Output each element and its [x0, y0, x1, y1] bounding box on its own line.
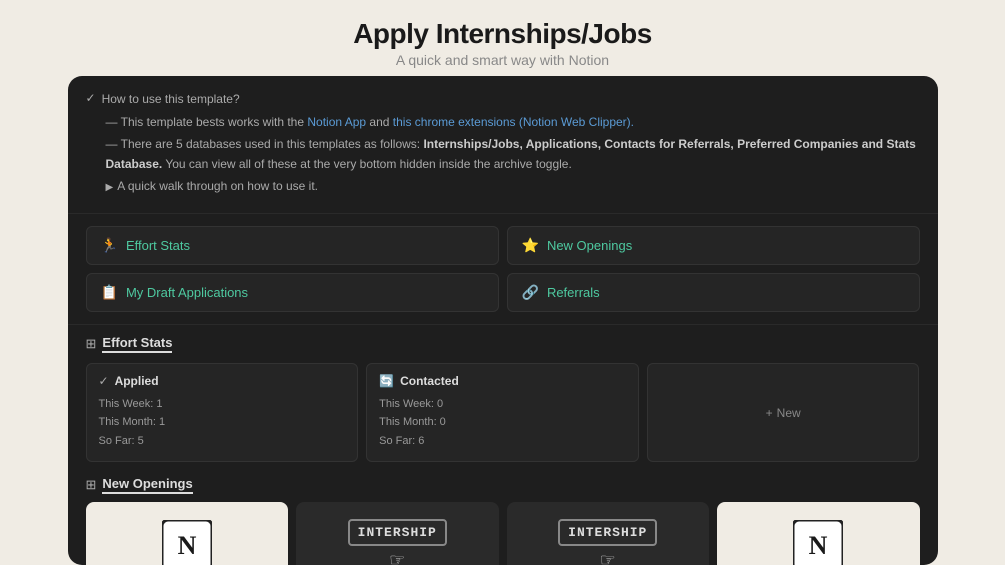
applied-title: Applied: [115, 374, 159, 388]
openings-section-title: New Openings: [102, 476, 192, 494]
info-indent-1: — This template bests works with the Not…: [86, 113, 920, 132]
stats-grid: ✓ Applied This Week: 1 This Month: 1 So …: [86, 363, 920, 463]
effort-stats-icon: 🏃: [101, 237, 118, 254]
info-indent-3: ▶A quick walk through on how to use it.: [86, 177, 920, 196]
info-check-label: How to use this template?: [102, 90, 240, 109]
main-content: ⊞ Effort Stats ✓ Applied This Week: 1 Th…: [68, 325, 938, 565]
quick-link-effort-stats[interactable]: 🏃 Effort Stats: [86, 226, 499, 265]
check-icon: ✓: [86, 91, 96, 105]
internship-label-2: INTERSHIP: [348, 519, 447, 546]
page-title: Apply Internships/Jobs: [353, 18, 652, 50]
quick-link-draft-apps[interactable]: 📋 My Draft Applications: [86, 273, 499, 312]
openings-grid: N INTERSHIP ☞ INTERSHIP ☞: [86, 502, 920, 565]
new-stat-button[interactable]: + New: [766, 406, 801, 420]
page-subtitle: A quick and smart way with Notion: [353, 52, 652, 68]
cursor-icon-3: ☞: [600, 550, 616, 565]
applied-card-header: ✓ Applied: [99, 374, 346, 388]
info-line3: ▶A quick walk through on how to use it.: [106, 179, 319, 193]
contacted-title: Contacted: [400, 374, 459, 388]
openings-section-icon: ⊞: [86, 477, 97, 493]
cursor-icon-2: ☞: [389, 550, 405, 565]
draft-apps-label: My Draft Applications: [126, 285, 248, 300]
effort-stats-section-icon: ⊞: [86, 336, 97, 352]
referrals-label: Referrals: [547, 285, 600, 300]
opening-card-2[interactable]: INTERSHIP ☞: [296, 502, 499, 565]
contacted-card-header: 🔄 Contacted: [379, 374, 626, 388]
info-row-1: ✓ How to use this template?: [86, 90, 920, 109]
contacted-sofar: So Far: 6: [379, 433, 626, 450]
opening-card-4[interactable]: N: [717, 502, 920, 565]
contacted-card: 🔄 Contacted This Week: 0 This Month: 0 S…: [366, 363, 639, 463]
info-indent-2: — There are 5 databases used in this tem…: [86, 135, 920, 173]
svg-text:N: N: [177, 531, 196, 560]
quick-link-referrals[interactable]: 🔗 Referrals: [507, 273, 920, 312]
applied-week: This Week: 1: [99, 396, 346, 413]
svg-text:N: N: [809, 531, 828, 560]
quick-link-new-openings[interactable]: ⭐ New Openings: [507, 226, 920, 265]
openings-header: ⊞ New Openings: [86, 476, 920, 494]
opening-card-1[interactable]: N: [86, 502, 289, 565]
draft-apps-icon: 📋: [101, 284, 118, 301]
applied-month: This Month: 1: [99, 414, 346, 431]
effort-stats-header: ⊞ Effort Stats: [86, 335, 920, 353]
new-label: New: [777, 406, 801, 420]
info-line2: — There are 5 databases used in this tem…: [106, 137, 916, 170]
info-section: ✓ How to use this template? — This templ…: [68, 76, 938, 214]
effort-stats-section-title: Effort Stats: [102, 335, 172, 353]
notion-logo-1: N: [162, 520, 212, 565]
new-openings-icon: ⭐: [522, 237, 539, 254]
applied-sofar: So Far: 5: [99, 433, 346, 450]
contacted-week: This Week: 0: [379, 396, 626, 413]
internship-label-3: INTERSHIP: [558, 519, 657, 546]
page-header: Apply Internships/Jobs A quick and smart…: [353, 0, 652, 76]
contacted-icon: 🔄: [379, 374, 394, 388]
notion-container: ✓ How to use this template? — This templ…: [68, 76, 938, 565]
plus-icon: +: [766, 406, 773, 420]
new-openings-label: New Openings: [547, 238, 632, 253]
opening-card-3[interactable]: INTERSHIP ☞: [507, 502, 710, 565]
quick-links-grid: 🏃 Effort Stats ⭐ New Openings 📋 My Draft…: [68, 214, 938, 325]
notion-logo-4: N: [793, 520, 843, 565]
contacted-month: This Month: 0: [379, 414, 626, 431]
effort-stats-label: Effort Stats: [126, 238, 190, 253]
applied-card: ✓ Applied This Week: 1 This Month: 1 So …: [86, 363, 359, 463]
applied-icon: ✓: [99, 374, 109, 388]
info-line1: — This template bests works with the Not…: [106, 115, 635, 129]
notion-app-link[interactable]: Notion App: [307, 115, 366, 129]
new-stat-card: + New: [647, 363, 920, 463]
referrals-icon: 🔗: [522, 284, 539, 301]
chrome-ext-link[interactable]: this chrome extensions (Notion Web Clipp…: [393, 115, 634, 129]
